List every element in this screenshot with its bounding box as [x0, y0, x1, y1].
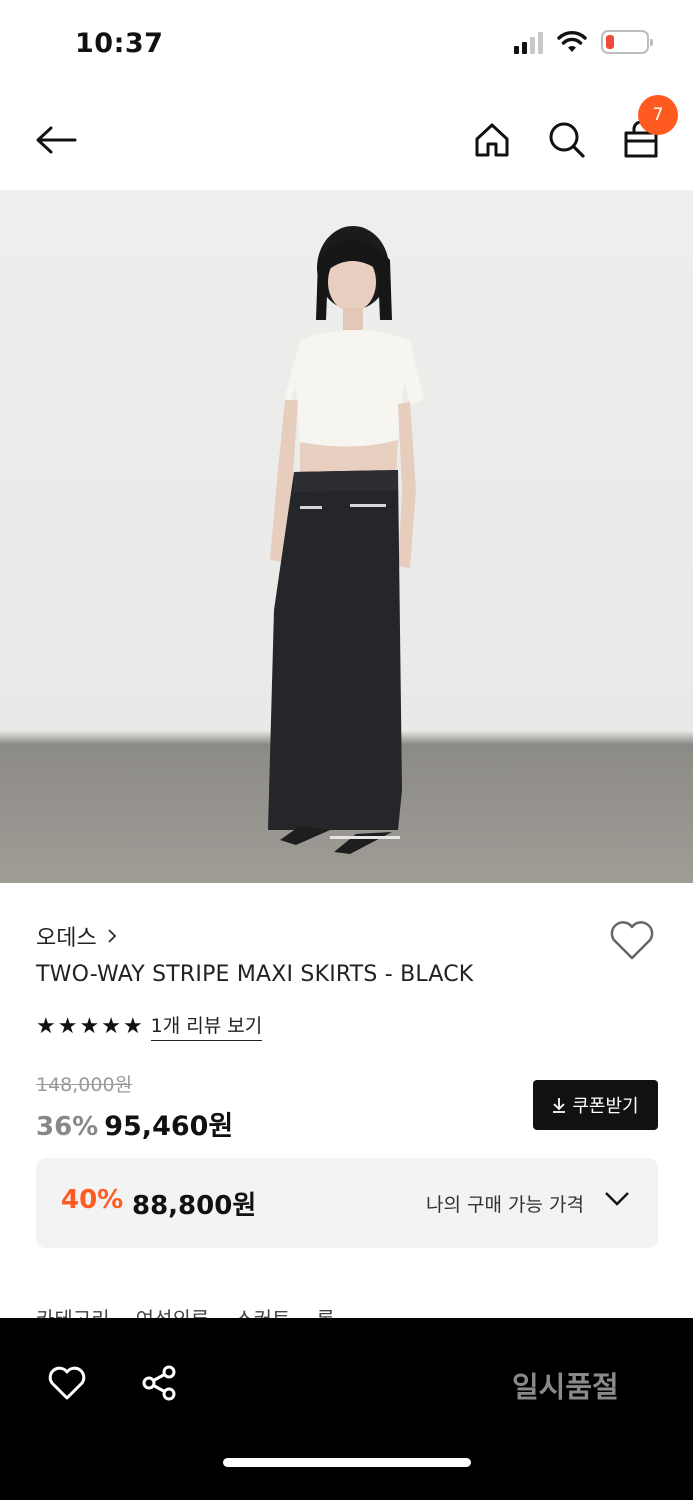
- search-button[interactable]: [537, 110, 597, 170]
- sale-price-row: 36% 95,460원: [36, 1104, 233, 1143]
- my-price-label: 나의 구매 가능 가격: [426, 1194, 584, 1216]
- original-price: 148,000원: [36, 1074, 133, 1096]
- coupon-button-label: 쿠폰받기: [572, 1096, 639, 1117]
- star-icon: ★: [36, 1013, 56, 1039]
- battery-icon: [601, 30, 653, 54]
- star-icon: ★: [101, 1013, 121, 1039]
- sold-out-button[interactable]: 일시품절: [512, 1364, 619, 1406]
- chevron-right-icon: [108, 929, 117, 943]
- search-icon: [549, 122, 585, 158]
- cart-count-badge: 7: [638, 95, 678, 135]
- status-icons: [514, 30, 653, 54]
- brand-link[interactable]: 오데스: [36, 920, 117, 952]
- product-title: TWO-WAY STRIPE MAXI SKIRTS - BLACK: [36, 962, 474, 987]
- wifi-icon: [557, 31, 587, 52]
- home-button[interactable]: [462, 110, 522, 170]
- cellular-signal-icon: [514, 30, 543, 54]
- discount-rate: 36%: [36, 1112, 99, 1142]
- product-image[interactable]: [0, 190, 693, 883]
- review-link[interactable]: 1개 리뷰 보기: [150, 1011, 263, 1041]
- heart-icon: [48, 1366, 86, 1400]
- star-icon: ★: [122, 1013, 143, 1039]
- model-photo: [268, 226, 424, 854]
- heart-icon: [610, 921, 654, 960]
- wishlist-button[interactable]: [608, 918, 656, 962]
- my-price-box[interactable]: 40% 88,800원 나의 구매 가능 가격: [36, 1158, 658, 1248]
- wishlist-bottom-button[interactable]: [42, 1358, 92, 1408]
- status-bar: 10:37: [0, 0, 693, 90]
- rating-row: ★ ★ ★ ★ ★ 1개 리뷰 보기: [36, 1011, 263, 1041]
- home-indicator: [223, 1458, 471, 1467]
- brand-name: 오데스: [36, 926, 97, 951]
- top-nav-bar: [0, 90, 693, 190]
- rating-stars: ★ ★ ★ ★ ★: [36, 1014, 143, 1039]
- star-icon: ★: [79, 1013, 100, 1039]
- share-button[interactable]: [134, 1358, 184, 1408]
- download-icon: [553, 1098, 566, 1113]
- chevron-down-icon: [605, 1192, 629, 1206]
- home-icon: [475, 123, 509, 157]
- back-button[interactable]: [26, 110, 86, 170]
- coupon-button[interactable]: 쿠폰받기: [533, 1080, 658, 1130]
- star-icon: ★: [57, 1013, 78, 1039]
- status-time: 10:37: [75, 28, 164, 59]
- my-discount-rate: 40%: [61, 1185, 124, 1215]
- sale-price: 95,460원: [104, 1111, 234, 1142]
- share-icon: [142, 1365, 176, 1401]
- my-price: 88,800원: [132, 1191, 257, 1221]
- arrow-left-icon: [36, 126, 77, 154]
- bottom-action-bar: 일시품절: [0, 1318, 693, 1500]
